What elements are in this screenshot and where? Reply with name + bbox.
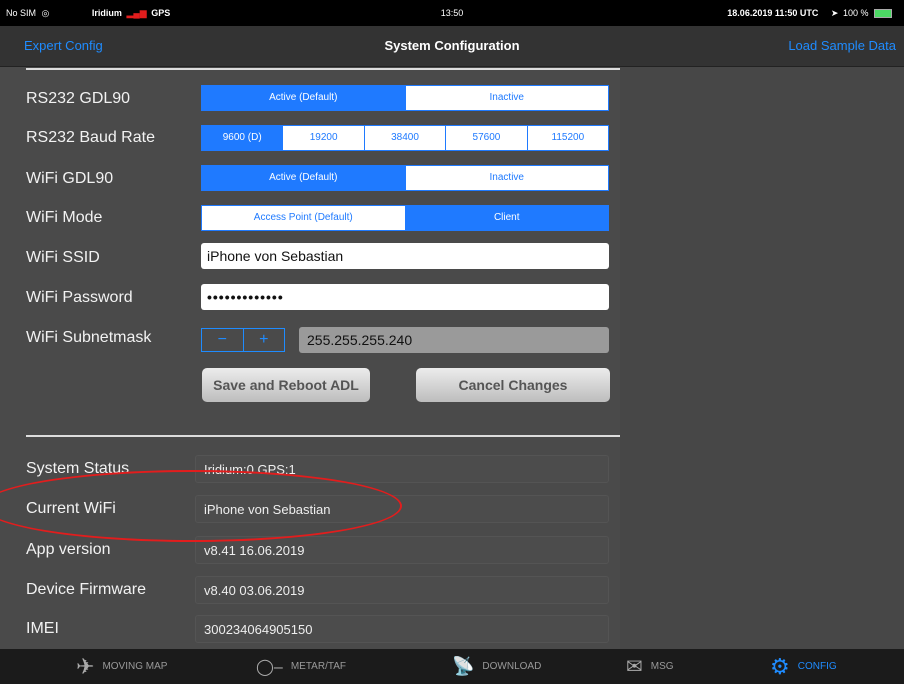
wifi-mode-access-point-option[interactable]: Access Point (Default) [202, 206, 405, 230]
rs232-baud-rate-label: RS232 Baud Rate [26, 129, 155, 146]
wifi-gdl90-label: WiFi GDL90 [26, 170, 114, 187]
envelope-icon: ✉ [626, 656, 643, 678]
baud-rate-segmented-control: 9600 (D) 19200 38400 57600 115200 [201, 125, 609, 151]
wifi-password-input[interactable]: ••••••••••••• [201, 284, 609, 310]
wifi-gdl90-inactive-option[interactable]: Inactive [404, 166, 609, 190]
subnet-decrement-button[interactable]: − [202, 329, 244, 351]
baud-rate-option-9600[interactable]: 9600 (D) [202, 126, 283, 150]
app-version-label: App version [26, 541, 111, 558]
status-bar: No SIM ◎ Iridium ▂▄▆ GPS 13:50 18.06.201… [0, 0, 904, 26]
tab-msg[interactable]: ✉ MSG [626, 649, 674, 684]
load-sample-data-button[interactable]: Load Sample Data [788, 38, 896, 53]
tab-download[interactable]: 📡 DOWNLOAD [452, 649, 541, 684]
tab-label: DOWNLOAD [482, 661, 542, 672]
wind-icon: ◯– [256, 658, 283, 676]
wifi-gdl90-active-option[interactable]: Active (Default) [202, 166, 405, 190]
rs232-gdl90-inactive-option[interactable]: Inactive [404, 86, 609, 110]
location-icon: ➤ [830, 8, 839, 18]
device-firmware-value: v8.40 03.06.2019 [195, 576, 609, 604]
device-firmware-label: Device Firmware [26, 581, 147, 598]
wifi-mode-client-option[interactable]: Client [404, 206, 608, 230]
rs232-gdl90-active-option[interactable]: Active (Default) [202, 86, 405, 110]
satellite-dish-icon: 📡 [452, 656, 475, 676]
annotation-ellipse [0, 470, 402, 542]
wifi-password-label: WiFi Password [26, 289, 133, 306]
imei-label: IMEI [26, 620, 59, 637]
baud-rate-option-115200[interactable]: 115200 [526, 126, 608, 150]
top-divider [26, 68, 620, 70]
baud-rate-option-38400[interactable]: 38400 [363, 126, 445, 150]
wifi-subnetmask-label: WiFi Subnetmask [26, 329, 152, 346]
save-and-reboot-button[interactable]: Save and Reboot ADL [202, 368, 370, 402]
tab-config[interactable]: ⚙ CONFIG [770, 649, 837, 684]
subnet-increment-button[interactable]: + [244, 329, 285, 351]
wifi-mode-label: WiFi Mode [26, 209, 103, 226]
datetime-utc: 18.06.2019 11:50 UTC [727, 8, 819, 18]
tab-bar: ✈ MOVING MAP ◯– METAR/TAF 📡 DOWNLOAD ✉ M… [0, 649, 904, 684]
subnet-value-field: 255.255.255.240 [299, 327, 609, 353]
rs232-gdl90-segmented-control: Active (Default) Inactive [201, 85, 609, 111]
baud-rate-option-19200[interactable]: 19200 [282, 126, 363, 150]
middle-divider [26, 435, 620, 437]
cancel-changes-button[interactable]: Cancel Changes [416, 368, 610, 402]
subnet-stepper: − + [201, 328, 285, 352]
empty-detail-panel [620, 67, 904, 649]
tab-label: MSG [650, 661, 674, 672]
tab-metar-taf[interactable]: ◯– METAR/TAF [256, 649, 346, 684]
navigation-bar: Expert Config System Configuration Load … [0, 26, 904, 67]
tab-moving-map[interactable]: ✈ MOVING MAP [76, 649, 167, 684]
baud-rate-option-57600[interactable]: 57600 [445, 126, 526, 150]
wifi-ssid-input[interactable]: iPhone von Sebastian [201, 243, 609, 269]
tab-label: MOVING MAP [102, 661, 168, 672]
rs232-gdl90-label: RS232 GDL90 [26, 90, 131, 107]
wifi-mode-segmented-control: Access Point (Default) Client [201, 205, 609, 231]
tab-label: CONFIG [797, 661, 837, 672]
wifi-ssid-label: WiFi SSID [26, 249, 100, 266]
battery-icon [874, 9, 892, 19]
imei-value: 300234064905150 [195, 615, 609, 643]
tab-label: METAR/TAF [290, 661, 346, 672]
battery-text: 100 % [842, 8, 869, 18]
airplane-icon: ✈ [76, 653, 95, 679]
wifi-gdl90-segmented-control: Active (Default) Inactive [201, 165, 609, 191]
gear-icon: ⚙ [770, 653, 790, 679]
page-title: System Configuration [384, 38, 520, 53]
